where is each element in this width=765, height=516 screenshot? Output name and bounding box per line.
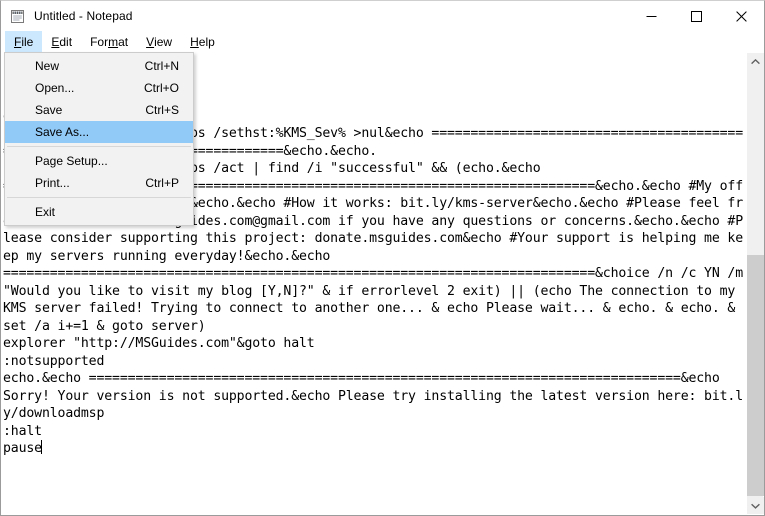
text-caret — [41, 440, 43, 454]
menubar-item-help[interactable]: Help — [181, 31, 224, 53]
menu-item-print-label: Print... — [35, 176, 70, 190]
menu-item-open-shortcut: Ctrl+O — [143, 81, 179, 95]
menu-item-new-label: New — [35, 59, 60, 73]
vertical-scrollbar[interactable] — [746, 53, 764, 514]
menubar-item-edit[interactable]: Edit — [42, 31, 81, 53]
menubar-edit-rest: dit — [59, 35, 73, 49]
menu-item-save-label: Save — [35, 103, 63, 117]
menubar-format-accel: m — [108, 35, 119, 49]
close-button[interactable] — [719, 2, 764, 31]
menu-item-exit[interactable]: Exit — [5, 201, 193, 223]
menubar-view-accel: V — [146, 35, 155, 49]
menu-item-exit-label: Exit — [35, 205, 56, 219]
window-title: Untitled - Notepad — [34, 9, 133, 23]
maximize-button[interactable] — [674, 2, 719, 31]
menubar-file-accel: F — [14, 35, 22, 49]
scroll-up-button[interactable] — [747, 53, 764, 70]
chevron-down-icon — [751, 503, 760, 509]
menubar-help-rest: elp — [198, 35, 215, 49]
menu-item-save[interactable]: Save Ctrl+S — [5, 99, 193, 121]
menu-item-save-as-label: Save As... — [35, 125, 90, 139]
menu-item-new[interactable]: New Ctrl+N — [5, 55, 193, 77]
file-dropdown-menu: New Ctrl+N Open... Ctrl+O Save Ctrl+S Sa… — [4, 52, 194, 226]
menu-separator-1 — [7, 146, 191, 147]
menubar-help-accel: H — [190, 35, 199, 49]
chevron-up-icon — [751, 58, 760, 64]
vertical-scroll-thumb[interactable] — [747, 255, 764, 496]
menubar-item-view[interactable]: View — [137, 31, 181, 53]
menu-item-open[interactable]: Open... Ctrl+O — [5, 77, 193, 99]
menu-item-new-shortcut: Ctrl+N — [144, 59, 179, 73]
close-icon — [736, 10, 747, 22]
menu-item-page-setup[interactable]: Page Setup... — [5, 150, 193, 172]
menu-item-save-as[interactable]: Save As... — [5, 121, 193, 143]
scroll-track-upper[interactable] — [747, 70, 764, 255]
menu-item-open-label: Open... — [35, 81, 75, 95]
menubar-view-rest: iew — [154, 35, 173, 49]
minimize-icon — [646, 15, 657, 17]
menubar-format-pre: For — [90, 35, 109, 49]
maximize-icon — [691, 10, 702, 22]
title-bar: Untitled - Notepad — [1, 1, 764, 31]
menu-item-save-shortcut: Ctrl+S — [145, 103, 179, 117]
notepad-icon — [10, 8, 26, 24]
scroll-down-button[interactable] — [747, 497, 764, 514]
menubar-edit-accel: E — [51, 35, 60, 49]
menubar-format-post: at — [118, 35, 129, 49]
menubar-item-format[interactable]: For m at — [81, 31, 137, 53]
menubar-file-rest: ile — [21, 35, 34, 49]
menu-bar: File Edit For m at View Help — [1, 31, 764, 53]
menu-item-page-setup-label: Page Setup... — [35, 154, 108, 168]
minimize-button[interactable] — [629, 2, 674, 31]
notepad-window: Untitled - Notepad File Edit For m at View… — [0, 0, 765, 516]
menubar-item-file[interactable]: File — [5, 31, 43, 53]
menu-item-print[interactable]: Print... Ctrl+P — [5, 172, 193, 194]
menu-item-print-shortcut: Ctrl+P — [145, 176, 179, 190]
menu-separator-2 — [7, 197, 191, 198]
